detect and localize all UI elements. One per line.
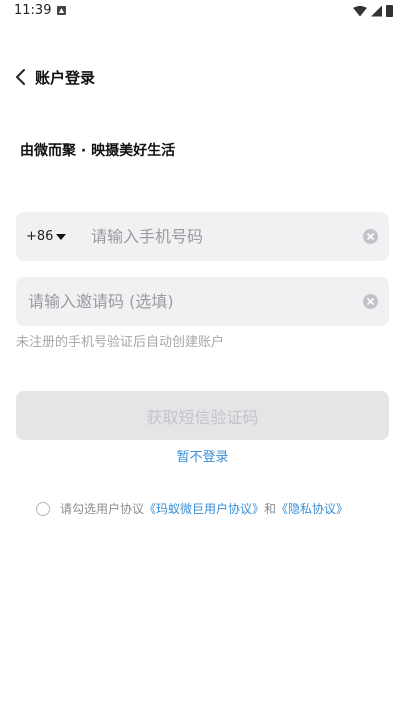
caret-down-icon [56, 233, 67, 240]
clear-phone-icon[interactable] [363, 229, 378, 244]
clear-invite-icon[interactable] [363, 294, 378, 309]
phone-input[interactable] [91, 212, 351, 261]
login-screen: 11:39 账户登录 由微而聚 · 映摄美好生活 +86 请输入手机号码 请输入… [0, 0, 405, 720]
status-bar: 11:39 [0, 0, 405, 24]
country-code-label: +86 [26, 229, 54, 244]
country-code-selector[interactable]: +86 [26, 212, 67, 261]
slogan: 由微而聚 · 映摄美好生活 [20, 143, 176, 159]
agreement-conjunction: 和 [264, 502, 277, 516]
notification-icon [57, 6, 66, 15]
signal-icon [371, 5, 382, 17]
invite-code-field [16, 277, 389, 326]
agreement-checkbox[interactable] [36, 502, 50, 516]
battery-icon [386, 5, 393, 17]
get-sms-code-button[interactable]: 获取短信验证码 [16, 391, 389, 440]
skip-login-link[interactable]: 暂不登录 [0, 448, 405, 468]
status-icons [353, 4, 393, 18]
page-title: 账户登录 [35, 69, 96, 87]
agreement-prefix: 请勾选用户协议 [60, 502, 145, 516]
auto-register-hint: 未注册的手机号验证后自动创建账户 [16, 335, 225, 350]
agreement-row: 请勾选用户协议 《玛蚁微巨用户协议》 和 《隐私协议》 [36, 498, 348, 520]
invite-code-input[interactable] [28, 277, 348, 326]
privacy-policy-link[interactable]: 《隐私协议》 [276, 499, 348, 519]
phone-field: +86 [16, 212, 389, 261]
status-time: 11:39 [14, 3, 52, 18]
wifi-icon [353, 5, 367, 17]
user-agreement-link[interactable]: 《玛蚁微巨用户协议》 [144, 499, 264, 519]
back-chevron-icon[interactable] [12, 67, 32, 87]
